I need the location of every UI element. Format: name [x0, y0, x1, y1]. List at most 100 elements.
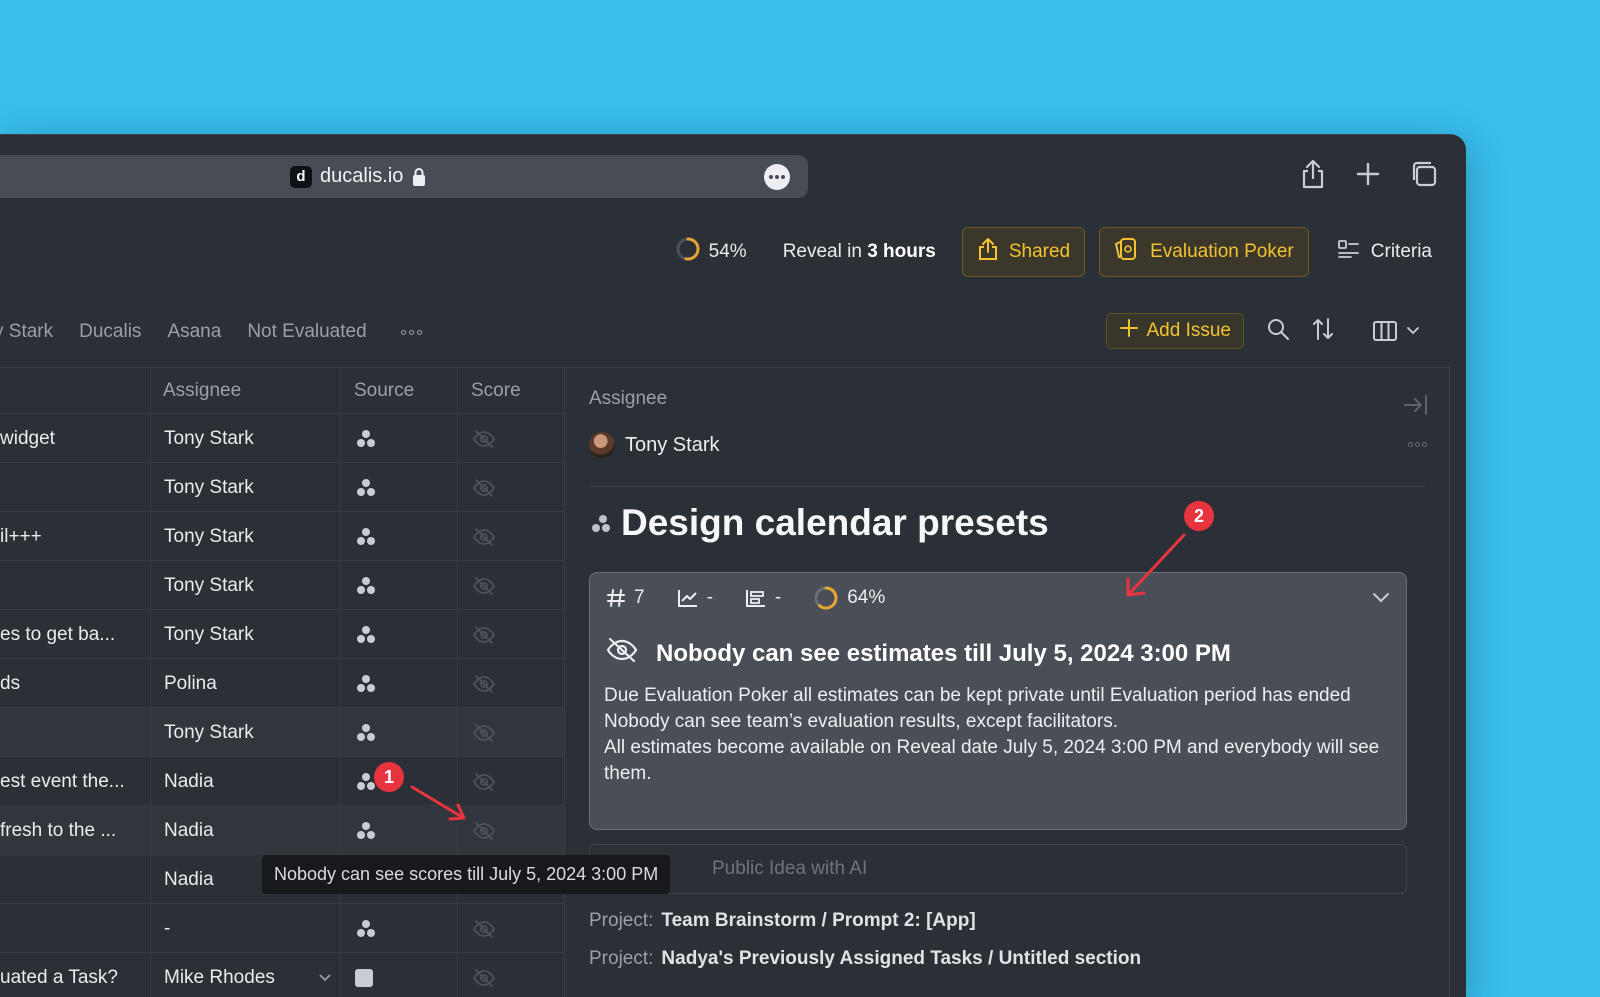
plus-icon[interactable]: [1356, 162, 1380, 186]
criteria-icon: [1337, 238, 1361, 266]
row-assignee[interactable]: Tony Stark: [150, 512, 340, 561]
criteria-button[interactable]: Criteria: [1337, 238, 1432, 266]
row-score[interactable]: [457, 512, 564, 561]
header-score[interactable]: Score: [471, 380, 521, 402]
table-row[interactable]: Tony Stark: [0, 708, 564, 757]
row-title[interactable]: est event the...: [0, 757, 146, 806]
progress-value: 54%: [708, 241, 747, 262]
row-score[interactable]: [457, 953, 564, 997]
shared-button[interactable]: Shared: [961, 227, 1086, 277]
row-score[interactable]: [457, 806, 564, 855]
row-title[interactable]: fresh to the ...: [0, 806, 146, 855]
row-assignee[interactable]: Mike Rhodes: [150, 953, 340, 997]
project-row-2: Project: Nadya's Previously Assigned Task…: [589, 948, 1141, 970]
address-bar[interactable]: d ducalis.io: [0, 155, 808, 198]
avatar: [589, 432, 615, 458]
sort-icon[interactable]: [1312, 317, 1334, 346]
source-icon: [357, 821, 375, 839]
row-score[interactable]: [457, 561, 564, 610]
impact-value: -: [677, 587, 713, 609]
row-title[interactable]: [0, 463, 146, 512]
add-issue-button[interactable]: Add Issue: [1105, 313, 1244, 349]
row-assignee[interactable]: Tony Stark: [150, 414, 340, 463]
header-assignee[interactable]: Assignee: [163, 380, 241, 402]
progress-ring-icon: [675, 236, 701, 268]
tab-tony-stark[interactable]: y Stark: [0, 321, 53, 343]
header-source[interactable]: Source: [354, 380, 414, 402]
row-assignee[interactable]: Nadia: [150, 757, 340, 806]
row-assignee[interactable]: Polina: [150, 659, 340, 708]
assignee-selector[interactable]: Tony Stark: [589, 432, 719, 458]
reveal-countdown: Reveal in 3 hours: [783, 241, 936, 263]
table-row[interactable]: ds Polina: [0, 659, 564, 708]
table-row[interactable]: es to get ba... Tony Stark: [0, 610, 564, 659]
tabs-more-icon[interactable]: [400, 329, 422, 335]
hidden-score-icon: [472, 478, 496, 497]
source-icon: [357, 429, 375, 447]
table-row[interactable]: Tony Stark: [0, 561, 564, 610]
source-icon: [357, 576, 375, 594]
panel-more-icon[interactable]: [1408, 442, 1427, 447]
project-name-2[interactable]: Nadya's Previously Assigned Tasks / Unti…: [661, 948, 1141, 969]
collapse-panel-icon[interactable]: [1403, 394, 1429, 421]
tabs-icon[interactable]: [1410, 160, 1438, 188]
issue-title-text: Design calendar presets: [621, 502, 1049, 543]
issue-title[interactable]: Design calendar presets: [589, 502, 1049, 544]
table-row[interactable]: widget Tony Stark: [0, 414, 564, 463]
evaluation-progress: 54%: [675, 236, 747, 268]
table-row[interactable]: Tony Stark: [0, 463, 564, 512]
estimates-line-2: Nobody can see team’s evaluation results…: [604, 711, 1118, 732]
estimates-heading-text: Nobody can see estimates till July 5, 20…: [656, 639, 1231, 667]
row-source: [340, 953, 457, 997]
tab-not-evaluated[interactable]: Not Evaluated: [247, 321, 366, 343]
row-assignee[interactable]: Nadia: [150, 806, 340, 855]
table-row[interactable]: est event the... Nadia: [0, 757, 564, 806]
row-title[interactable]: uated a Task?: [0, 953, 146, 997]
table-row[interactable]: -: [0, 904, 564, 953]
source-icon: [357, 527, 375, 545]
row-assignee[interactable]: Tony Stark: [150, 708, 340, 757]
row-score[interactable]: [457, 463, 564, 512]
row-title[interactable]: [0, 708, 146, 757]
browser-window: d ducalis.io 54% Reveal in 3 hours Share…: [0, 134, 1466, 997]
row-score[interactable]: [457, 659, 564, 708]
row-score[interactable]: [457, 414, 564, 463]
source-icon: [357, 478, 375, 496]
table-row[interactable]: il+++ Tony Stark: [0, 512, 564, 561]
project-row-1: Project: Team Brainstorm / Prompt 2: [App…: [589, 910, 976, 932]
row-score[interactable]: [457, 708, 564, 757]
row-title[interactable]: il+++: [0, 512, 146, 561]
table-row[interactable]: fresh to the ... Nadia: [0, 806, 564, 855]
row-assignee[interactable]: Tony Stark: [150, 610, 340, 659]
issues-table: Assignee Source Score widget Tony Stark To…: [0, 367, 564, 997]
row-assignee[interactable]: -: [150, 904, 340, 953]
more-icon[interactable]: [764, 164, 790, 190]
row-title[interactable]: [0, 904, 146, 953]
tab-asana[interactable]: Asana: [167, 321, 221, 343]
evaluation-poker-button[interactable]: Evaluation Poker: [1099, 227, 1309, 277]
public-idea-ai-button[interactable]: Public Idea with AI: [589, 844, 1407, 894]
search-icon[interactable]: [1266, 317, 1290, 346]
row-score[interactable]: [457, 904, 564, 953]
tab-ducalis[interactable]: Ducalis: [79, 321, 141, 343]
row-title[interactable]: es to get ba...: [0, 610, 146, 659]
row-title[interactable]: [0, 561, 146, 610]
columns-icon[interactable]: [1372, 320, 1420, 342]
row-score[interactable]: [457, 610, 564, 659]
row-title[interactable]: widget: [0, 414, 146, 463]
estimates-line-1: Due Evaluation Poker all estimates can b…: [604, 685, 1351, 706]
issue-number-value: 7: [634, 587, 645, 608]
row-title[interactable]: [0, 855, 146, 904]
row-assignee[interactable]: Tony Stark: [150, 561, 340, 610]
row-source: [340, 561, 457, 610]
estimates-description: Due Evaluation Poker all estimates can b…: [604, 683, 1392, 787]
table-row[interactable]: uated a Task? Mike Rhodes: [0, 953, 564, 997]
chevron-down-icon[interactable]: [1372, 591, 1390, 609]
hidden-score-icon: [472, 772, 496, 791]
row-assignee[interactable]: Tony Stark: [150, 463, 340, 512]
project-name-1[interactable]: Team Brainstorm / Prompt 2: [App]: [661, 910, 975, 931]
assignee-name: Tony Stark: [625, 433, 720, 456]
share-icon[interactable]: [1300, 159, 1326, 189]
row-title[interactable]: ds: [0, 659, 146, 708]
row-score[interactable]: [457, 757, 564, 806]
